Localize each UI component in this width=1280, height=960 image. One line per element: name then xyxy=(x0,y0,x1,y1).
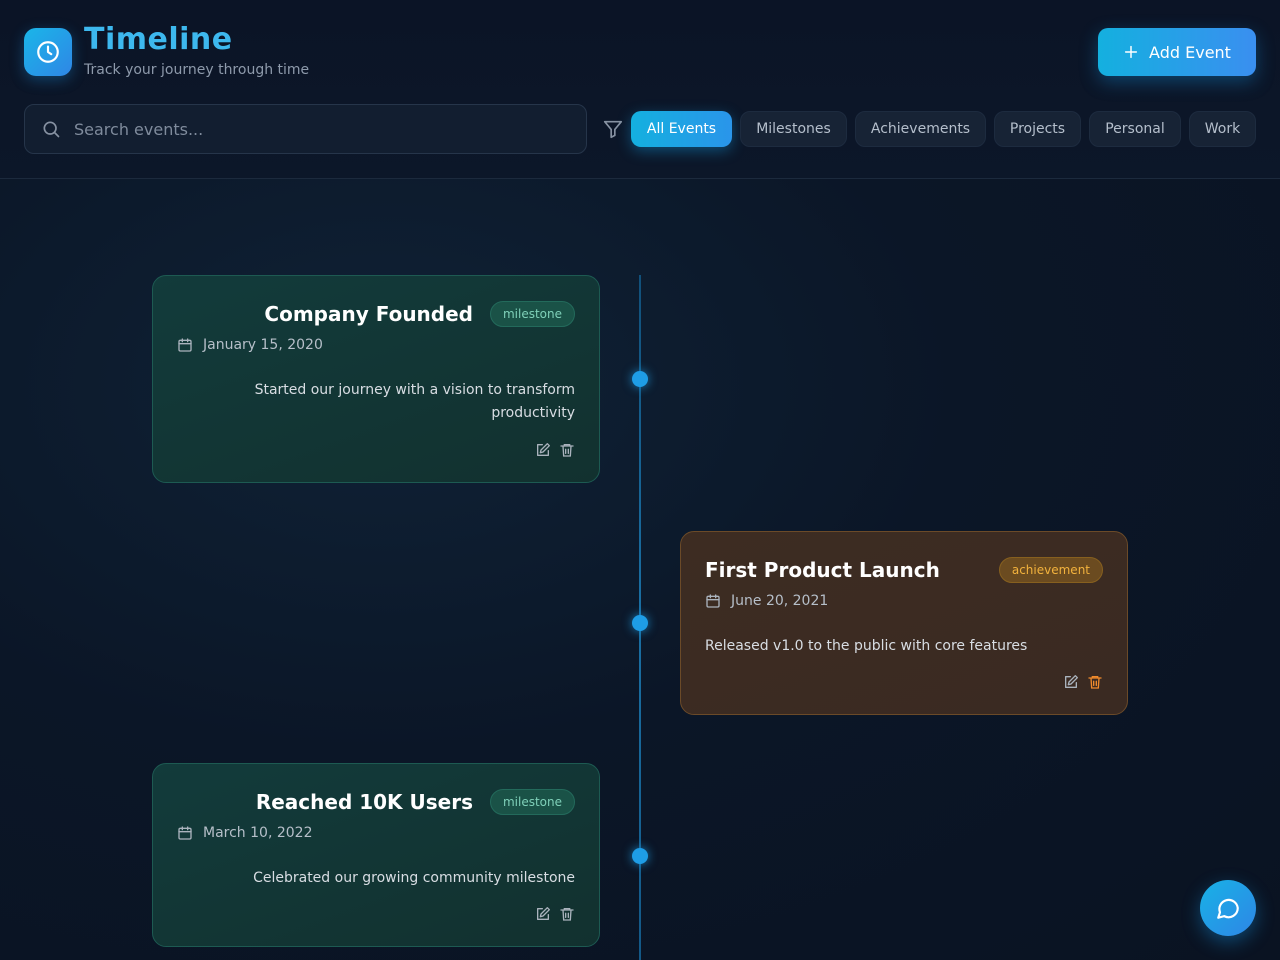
event-badge: milestone xyxy=(489,789,575,815)
trash-icon[interactable] xyxy=(559,442,575,458)
event-date-text: March 10, 2022 xyxy=(203,825,313,841)
calendar-icon xyxy=(706,594,720,608)
chat-bubble-icon xyxy=(1217,898,1239,919)
event-actions xyxy=(1063,674,1103,690)
edit-icon[interactable] xyxy=(535,442,551,458)
filter-chip-achievements[interactable]: Achievements xyxy=(855,111,986,147)
trash-icon[interactable] xyxy=(1087,674,1103,690)
event-card[interactable]: Reached 10K Users milestone March 10, 20… xyxy=(152,763,600,947)
event-description: Started our journey with a vision to tra… xyxy=(255,379,575,425)
event-date-text: January 15, 2020 xyxy=(203,337,323,353)
timeline-dot xyxy=(632,615,648,631)
event-title: Reached 10K Users xyxy=(255,790,473,814)
timeline-dot xyxy=(632,848,648,864)
event-date-text: June 20, 2021 xyxy=(731,593,829,609)
event-description-line: Celebrated our growing community milesto… xyxy=(253,870,575,886)
event-card[interactable]: Company Founded milestone January 15, 20… xyxy=(152,275,600,483)
event-actions xyxy=(535,442,575,458)
filter-chip-personal[interactable]: Personal xyxy=(1089,111,1181,147)
header: Timeline Track your journey through time… xyxy=(0,0,1280,179)
event-title: First Product Launch xyxy=(705,558,940,582)
event-badge: achievement xyxy=(998,557,1103,583)
calendar-icon xyxy=(178,338,192,352)
event-description-line: Started our journey with a vision to tra… xyxy=(254,382,575,398)
add-event-label: Add Event xyxy=(1149,42,1231,62)
edit-icon[interactable] xyxy=(1063,674,1079,690)
filter-chip-all-events[interactable]: All Events xyxy=(631,111,732,147)
clock-icon xyxy=(37,41,59,63)
app-title: Timeline xyxy=(84,22,233,57)
filter-chips: All Events Milestones Achievements Proje… xyxy=(0,111,1280,147)
add-event-button[interactable]: Add Event xyxy=(1098,28,1256,76)
event-description: Released v1.0 to the public with core fe… xyxy=(705,635,1027,658)
filter-chip-projects[interactable]: Projects xyxy=(994,111,1081,147)
timeline-dot xyxy=(632,371,648,387)
event-description-line: productivity xyxy=(491,405,575,421)
plus-icon xyxy=(1124,45,1138,59)
event-date: January 15, 2020 xyxy=(177,337,323,353)
event-card[interactable]: First Product Launch achievement June 20… xyxy=(680,531,1128,715)
filter-chip-milestones[interactable]: Milestones xyxy=(740,111,847,147)
chat-button[interactable] xyxy=(1200,880,1256,936)
app-subtitle: Track your journey through time xyxy=(84,62,310,78)
edit-icon[interactable] xyxy=(535,906,551,922)
event-badge: milestone xyxy=(489,301,575,327)
event-date: June 20, 2021 xyxy=(705,593,828,609)
calendar-icon xyxy=(178,826,192,840)
event-date: March 10, 2022 xyxy=(177,825,312,841)
event-title: Company Founded xyxy=(264,302,473,326)
event-description: Celebrated our growing community milesto… xyxy=(253,867,575,890)
app-logo xyxy=(24,28,72,76)
filter-chip-work[interactable]: Work xyxy=(1189,111,1256,147)
event-actions xyxy=(535,906,575,922)
trash-icon[interactable] xyxy=(559,906,575,922)
event-description-line: Released v1.0 to the public with core fe… xyxy=(705,638,1028,654)
